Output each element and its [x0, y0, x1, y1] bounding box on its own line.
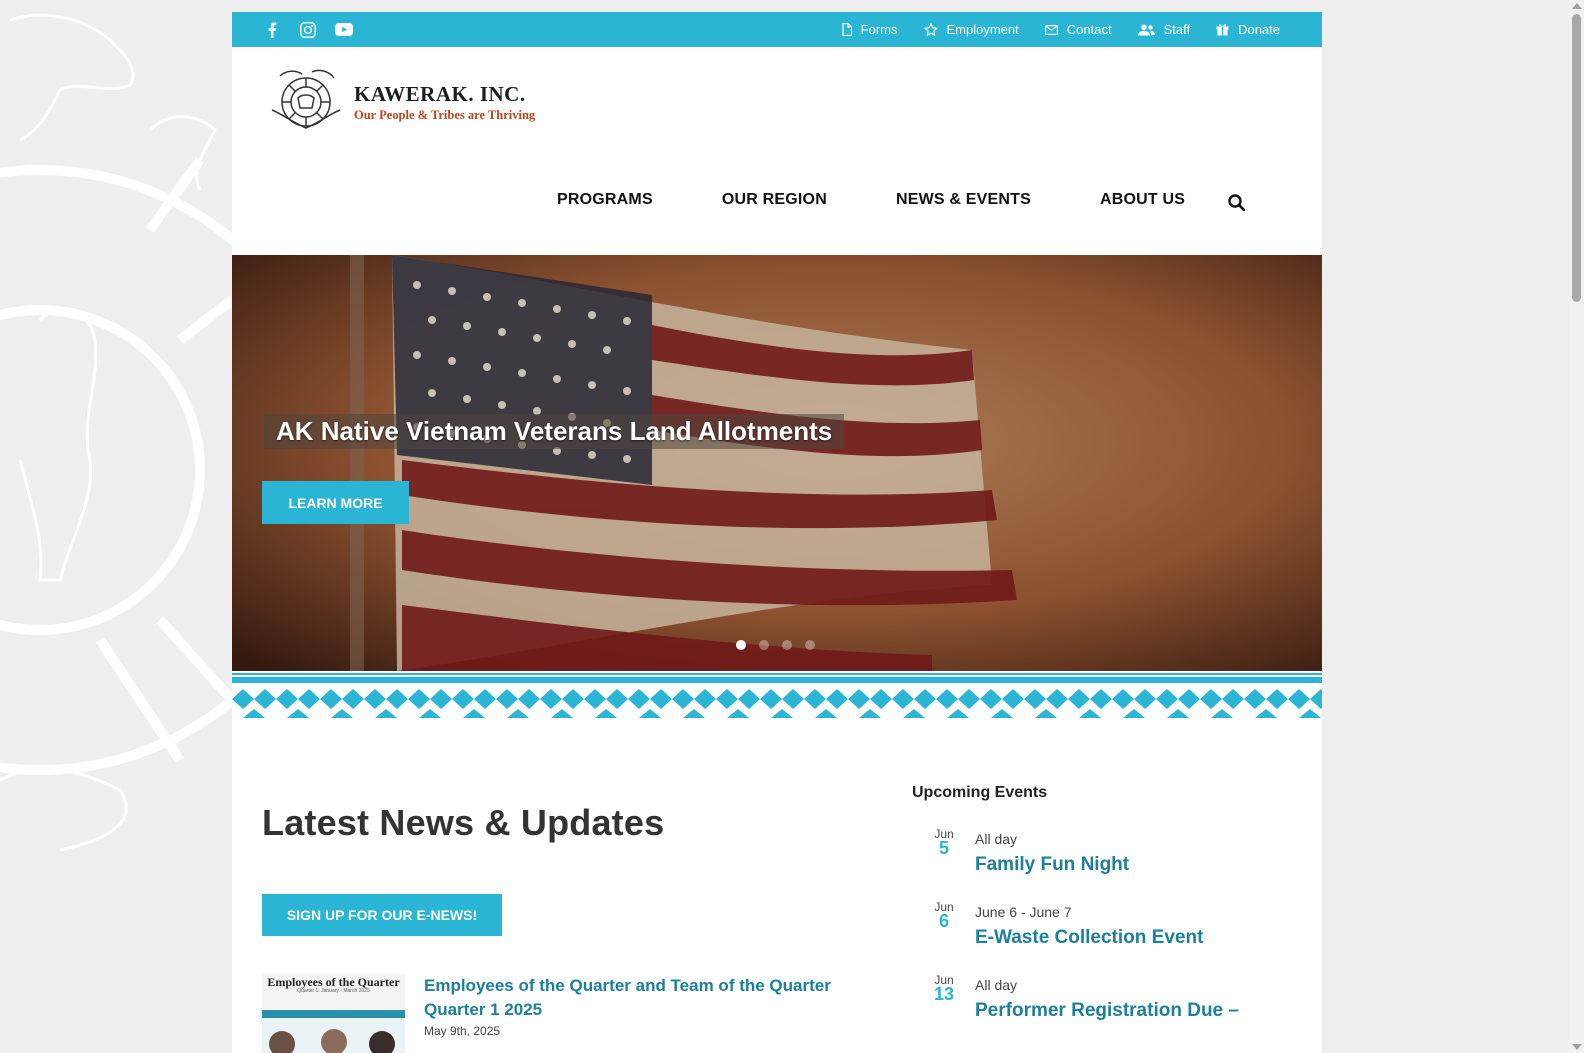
- main-nav: PROGRAMS OUR REGION NEWS & EVENTS ABOUT …: [557, 191, 1254, 209]
- instagram-icon[interactable]: [298, 20, 318, 40]
- slider-dot-1[interactable]: [736, 640, 746, 650]
- news-item-title[interactable]: Employees of the Quarter and Team of the…: [424, 974, 844, 1022]
- youtube-icon[interactable]: [334, 20, 354, 40]
- thumb-photo-strip: [262, 1010, 405, 1053]
- slider-dot-2[interactable]: [759, 640, 769, 650]
- logo-text: KAWERAK. INC. Our People & Tribes are Th…: [354, 82, 535, 123]
- gift-icon: [1216, 24, 1229, 36]
- top-bar: Forms Employment Contact Staff Donate: [232, 12, 1322, 47]
- event-time: All day: [975, 831, 1018, 847]
- page-container: Forms Employment Contact Staff Donate KA…: [232, 12, 1322, 1053]
- util-staff-label: Staff: [1163, 22, 1191, 37]
- document-icon: [842, 23, 852, 36]
- event-title[interactable]: Performer Registration Due –: [975, 1000, 1239, 1022]
- news-item: Employees of the Quarter Quarter 1: Janu…: [262, 974, 862, 1053]
- event-day: 5: [938, 838, 949, 858]
- slider-dot-4[interactable]: [805, 640, 815, 650]
- event-date: Jun 13: [934, 974, 955, 1004]
- util-forms-link[interactable]: Forms: [842, 22, 898, 37]
- site-logo[interactable]: KAWERAK. INC. Our People & Tribes are Th…: [262, 61, 542, 143]
- event-date: Jun 6: [934, 901, 954, 931]
- util-donate-link[interactable]: Donate: [1216, 22, 1280, 37]
- envelope-icon: [1044, 24, 1058, 35]
- news-thumbnail[interactable]: Employees of the Quarter Quarter 1: Janu…: [262, 974, 405, 1053]
- hero-slider: AK Native Vietnam Veterans Land Allotmen…: [232, 255, 1322, 671]
- hero-flag-image: [232, 255, 1322, 671]
- event-item: Jun 6 June 6 - June 7 E-Waste Collection…: [912, 901, 1292, 974]
- util-donate-label: Donate: [1238, 22, 1280, 37]
- latest-news-section: Latest News & Updates SIGN UP FOR OUR E-…: [262, 802, 862, 1053]
- event-title[interactable]: Family Fun Night: [975, 854, 1129, 876]
- search-icon[interactable]: [1227, 193, 1247, 213]
- logo-name: KAWERAK. INC.: [354, 81, 526, 106]
- upcoming-events: Upcoming Events Jun 5 All day Family Fun…: [912, 784, 1292, 1047]
- site-header: KAWERAK. INC. Our People & Tribes are Th…: [232, 47, 1322, 255]
- slider-dot-3[interactable]: [782, 640, 792, 650]
- upcoming-events-heading: Upcoming Events: [912, 784, 1048, 801]
- enews-signup-button[interactable]: SIGN UP FOR OUR E-NEWS!: [262, 894, 502, 936]
- event-item: Jun 13 All day Performer Registration Du…: [912, 974, 1292, 1047]
- util-contact-label: Contact: [1066, 22, 1112, 37]
- kawerak-seal-icon: [271, 69, 341, 129]
- nav-news-events[interactable]: NEWS & EVENTS: [896, 191, 1031, 209]
- logo-tagline: Our People & Tribes are Thriving: [354, 107, 536, 122]
- util-staff-link[interactable]: Staff: [1137, 22, 1191, 37]
- thumb-title: Employees of the Quarter: [267, 975, 400, 989]
- latest-news-heading: Latest News & Updates: [262, 802, 665, 843]
- background-art: [0, 13, 232, 852]
- page-scrollbar[interactable]: [1569, 0, 1584, 1053]
- event-time: All day: [975, 977, 1018, 993]
- event-item: Jun 5 All day Family Fun Night: [912, 828, 1292, 901]
- news-item-date: May 9th, 2025: [424, 1024, 501, 1038]
- learn-more-button[interactable]: LEARN MORE: [262, 481, 409, 524]
- util-forms-label: Forms: [860, 22, 898, 37]
- nav-programs[interactable]: PROGRAMS: [557, 191, 653, 209]
- util-contact-link[interactable]: Contact: [1044, 22, 1112, 37]
- scroll-down-arrow[interactable]: [1572, 1044, 1582, 1050]
- decorative-border-band: [232, 673, 1322, 718]
- utility-nav: Forms Employment Contact Staff Donate: [816, 12, 1280, 47]
- users-icon: [1137, 24, 1155, 35]
- facebook-icon[interactable]: [262, 20, 282, 40]
- event-title[interactable]: E-Waste Collection Event: [975, 927, 1203, 949]
- slider-dots: [736, 640, 828, 650]
- event-time: June 6 - June 7: [975, 904, 1072, 920]
- social-links: [262, 12, 370, 47]
- event-day: 13: [934, 984, 955, 1004]
- hero-title: AK Native Vietnam Veterans Land Allotmen…: [264, 414, 845, 449]
- util-employment-label: Employment: [946, 22, 1019, 37]
- event-date: Jun 5: [934, 828, 954, 858]
- scroll-up-arrow[interactable]: [1572, 3, 1582, 9]
- star-icon: [923, 23, 938, 36]
- event-day: 6: [938, 911, 949, 931]
- nav-about-us[interactable]: ABOUT US: [1100, 191, 1185, 209]
- util-employment-link[interactable]: Employment: [923, 22, 1019, 37]
- nav-our-region[interactable]: OUR REGION: [722, 191, 827, 209]
- scroll-thumb[interactable]: [1572, 14, 1581, 302]
